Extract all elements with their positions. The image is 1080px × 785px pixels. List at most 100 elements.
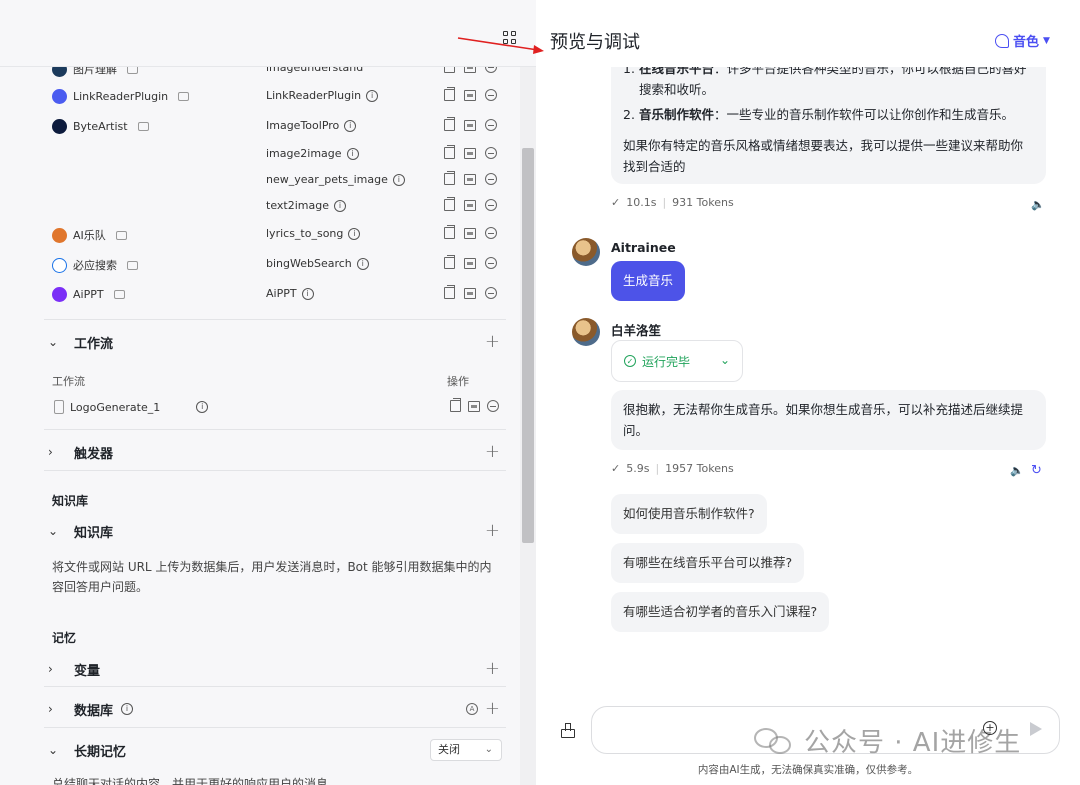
group-label-knowledge: 知识库 xyxy=(52,494,89,508)
plugin-logo-icon xyxy=(52,287,67,302)
copy-icon[interactable] xyxy=(444,117,455,131)
voice-label: 音色 xyxy=(1013,35,1040,50)
user-name: Aitrainee xyxy=(611,240,676,255)
tool-name: ImageToolPro xyxy=(266,119,340,132)
long-memory-select[interactable]: 关闭 ⌄ xyxy=(430,739,502,761)
column-header-ops: 操作 xyxy=(447,375,469,388)
copy-icon[interactable] xyxy=(444,285,455,299)
remove-icon[interactable] xyxy=(485,227,497,239)
chevron-down-icon: ⌄ xyxy=(484,744,493,755)
remove-icon[interactable] xyxy=(485,173,497,185)
add-knowledge-button[interactable]: + xyxy=(485,520,500,542)
section-title: 变量 xyxy=(74,663,101,679)
list-number: 2. xyxy=(623,107,635,122)
remove-icon[interactable] xyxy=(487,400,499,412)
image-icon[interactable] xyxy=(468,400,480,412)
image-icon[interactable] xyxy=(464,257,476,269)
copy-icon[interactable] xyxy=(444,225,455,239)
info-icon[interactable]: i xyxy=(346,147,359,160)
send-icon[interactable] xyxy=(1030,722,1042,736)
info-icon[interactable]: i xyxy=(121,703,134,715)
tool-name: bingWebSearch xyxy=(266,257,352,270)
run-status-card[interactable]: ✓ 运行完毕 ⌄ xyxy=(611,340,743,382)
clear-history-icon[interactable] xyxy=(561,723,575,738)
remove-icon[interactable] xyxy=(485,287,497,299)
plugin-name: 图片理解 xyxy=(73,67,117,76)
copy-icon[interactable] xyxy=(444,67,455,73)
add-database-button[interactable]: + xyxy=(485,698,500,720)
check-icon: ✓ xyxy=(611,196,621,209)
info-icon[interactable]: i xyxy=(356,257,369,270)
add-attachment-icon[interactable]: + xyxy=(983,721,997,735)
info-icon[interactable]: i xyxy=(392,173,405,186)
list-item: 2. 音乐制作软件：一些专业的音乐制作软件可以让你创作和生成音乐。 xyxy=(623,104,1034,125)
remove-icon[interactable] xyxy=(485,147,497,159)
add-workflow-button[interactable]: + xyxy=(485,331,500,353)
add-variable-button[interactable]: + xyxy=(485,658,500,680)
copy-icon[interactable] xyxy=(450,398,461,412)
token-count: 931 Tokens xyxy=(672,196,734,209)
store-icon xyxy=(115,230,127,240)
image-icon[interactable] xyxy=(464,227,476,239)
info-icon[interactable]: i xyxy=(333,199,346,212)
regenerate-icon[interactable]: ↻ xyxy=(1031,463,1043,478)
remove-icon[interactable] xyxy=(485,199,497,211)
suggestion-chip[interactable]: 如何使用音乐制作软件? xyxy=(611,494,767,534)
copy-icon[interactable] xyxy=(444,87,455,101)
run-status-text: 运行完毕 xyxy=(642,354,691,369)
copy-icon[interactable] xyxy=(444,197,455,211)
remove-icon[interactable] xyxy=(485,89,497,101)
image-icon[interactable] xyxy=(464,147,476,159)
info-icon[interactable]: i xyxy=(196,401,209,413)
variables-section-header[interactable]: › 变量 + xyxy=(44,658,506,680)
database-section-header[interactable]: › 数据库 i A + xyxy=(44,698,506,720)
info-icon[interactable]: i xyxy=(348,227,361,240)
remove-icon[interactable] xyxy=(485,67,497,73)
suggestion-chip[interactable]: 有哪些适合初学者的音乐入门课程? xyxy=(611,592,830,632)
plugin-logo-icon xyxy=(52,89,67,104)
tool-name: imageunderstand xyxy=(266,67,364,74)
add-trigger-button[interactable]: + xyxy=(485,441,500,463)
divider xyxy=(44,319,506,320)
right-header: 预览与调试 音色 ▼ xyxy=(536,0,1080,67)
store-icon xyxy=(127,260,138,270)
image-icon[interactable] xyxy=(464,119,476,131)
remove-icon[interactable] xyxy=(485,257,497,269)
workflow-section-header[interactable]: ⌄ 工作流 + xyxy=(44,331,506,353)
voice-selector-button[interactable]: 音色 ▼ xyxy=(995,31,1050,50)
suggestion-chip[interactable]: 有哪些在线音乐平台可以推荐? xyxy=(611,543,805,583)
image-icon[interactable] xyxy=(464,287,476,299)
chevron-right-icon: › xyxy=(48,662,53,676)
copy-icon[interactable] xyxy=(444,171,455,185)
remove-icon[interactable] xyxy=(485,119,497,131)
app-root: 图片理解 imageunderstand LinkReaderPlugin Li… xyxy=(0,0,1080,785)
auto-icon[interactable]: A xyxy=(466,703,478,715)
chevron-down-icon: ⌄ xyxy=(48,335,59,349)
plugin-name: 必应搜索 xyxy=(73,259,117,272)
info-icon[interactable]: i xyxy=(344,119,357,132)
plugin-name: ByteArtist xyxy=(73,120,128,133)
workflow-row: LogoGenerate_1 i xyxy=(0,395,520,419)
divider xyxy=(44,429,506,430)
avatar xyxy=(572,238,600,266)
scrollbar-thumb[interactable] xyxy=(522,148,534,543)
chevron-down-icon: ⌄ xyxy=(719,353,730,367)
speaker-icon[interactable]: 🔈 xyxy=(1031,198,1045,211)
trigger-section-header[interactable]: › 触发器 + xyxy=(44,441,506,463)
info-icon[interactable]: i xyxy=(301,287,314,300)
info-icon[interactable]: i xyxy=(366,89,379,102)
section-title: 长期记忆 xyxy=(74,744,127,760)
speaker-icon[interactable]: 🔈 xyxy=(1010,464,1024,477)
knowledge-section-header[interactable]: ⌄ 知识库 + xyxy=(44,520,506,542)
image-icon[interactable] xyxy=(464,67,476,73)
image-icon[interactable] xyxy=(464,89,476,101)
plugin-name: AiPPT xyxy=(73,288,104,301)
image-icon[interactable] xyxy=(464,173,476,185)
copy-icon[interactable] xyxy=(444,255,455,269)
copy-icon[interactable] xyxy=(444,145,455,159)
bing-logo-icon xyxy=(52,257,67,273)
select-value: 关闭 xyxy=(438,743,460,756)
message-meta: ✓ 10.1s | 931 Tokens xyxy=(611,196,734,209)
tool-name: AiPPT xyxy=(266,287,297,300)
image-icon[interactable] xyxy=(464,199,476,211)
